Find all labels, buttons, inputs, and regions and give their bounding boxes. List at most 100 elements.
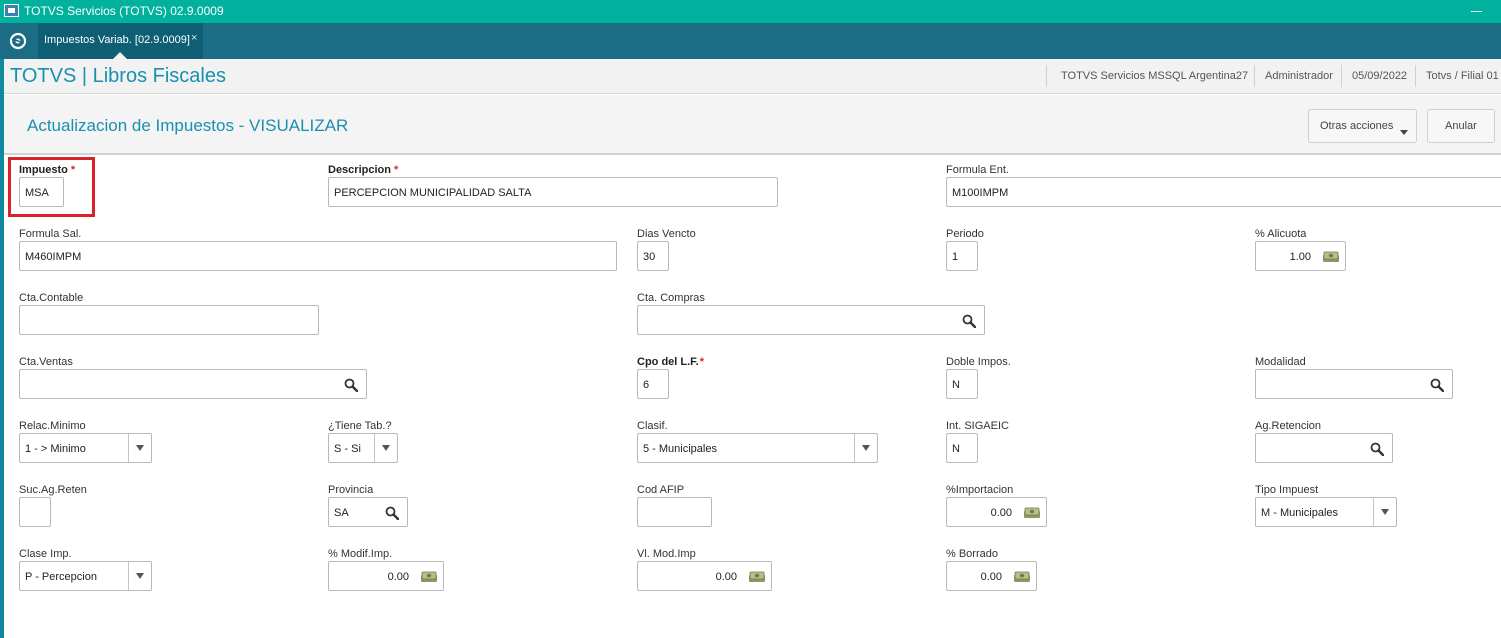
- vl-mod-imp-field[interactable]: 0.00: [637, 561, 772, 591]
- impuesto-label: Impuesto *: [19, 164, 75, 176]
- header-divider: [1254, 65, 1255, 87]
- borrado-field[interactable]: 0.00: [946, 561, 1037, 591]
- tab-bar: Impuestos Variab. [02.9.0009] ×: [0, 23, 1501, 59]
- dias-vencto-value: 30: [643, 251, 656, 263]
- suc-ag-reten-field[interactable]: [19, 497, 51, 527]
- required-mark: *: [699, 356, 705, 368]
- chevron-down-icon[interactable]: [128, 434, 151, 462]
- modif-imp-field[interactable]: 0.00: [328, 561, 444, 591]
- search-icon[interactable]: [344, 378, 358, 392]
- chevron-down-icon[interactable]: [128, 562, 151, 590]
- provincia-field[interactable]: SA: [328, 497, 408, 527]
- totvs-home-icon[interactable]: [9, 32, 27, 50]
- formula-sal-value: M460IMPM: [25, 251, 82, 263]
- header-divider: [1341, 65, 1342, 87]
- chevron-down-icon: [1400, 130, 1408, 135]
- vl-mod-imp-label: Vl. Mod.Imp: [637, 548, 696, 560]
- int-sigaeic-field[interactable]: N: [946, 433, 978, 463]
- app-title: TOTVS | Libros Fiscales: [10, 65, 226, 87]
- descripcion-label-text: Descripcion: [328, 164, 391, 176]
- clase-imp-label: Clase Imp.: [19, 548, 72, 560]
- alicuota-label: % Alicuota: [1255, 228, 1307, 240]
- chevron-down-icon[interactable]: [374, 434, 397, 462]
- cta-ventas-field[interactable]: [19, 369, 367, 399]
- cta-compras-label: Cta. Compras: [637, 292, 705, 304]
- window-titlebar: TOTVS Servicios (TOTVS) 02.9.0009: [0, 0, 1501, 23]
- cancel-button[interactable]: Anular: [1427, 109, 1495, 143]
- window-title: TOTVS Servicios (TOTVS) 02.9.0009: [24, 4, 224, 18]
- tiene-tab-label: ¿Tiene Tab.?: [328, 420, 392, 432]
- money-icon[interactable]: [1013, 571, 1031, 583]
- descripcion-value: PERCEPCION MUNICIPALIDAD SALTA: [334, 187, 532, 199]
- search-icon[interactable]: [385, 506, 399, 520]
- cod-afip-label: Cod AFIP: [637, 484, 685, 496]
- clasif-select[interactable]: 5 - Municipales: [637, 433, 878, 463]
- doble-impos-field[interactable]: N: [946, 369, 978, 399]
- header-user: Administrador: [1265, 70, 1333, 82]
- cta-ventas-label: Cta.Ventas: [19, 356, 73, 368]
- periodo-value: 1: [952, 251, 959, 263]
- money-icon[interactable]: [1322, 251, 1340, 263]
- descripcion-field[interactable]: PERCEPCION MUNICIPALIDAD SALTA: [328, 177, 778, 207]
- impuesto-field[interactable]: MSA: [19, 177, 64, 207]
- search-icon[interactable]: [1370, 442, 1384, 456]
- importacion-field[interactable]: 0.00: [946, 497, 1047, 527]
- cpo-lf-label: Cpo del L.F.*: [637, 356, 704, 368]
- doble-impos-value: N: [952, 379, 960, 391]
- modif-imp-value: 0.00: [387, 571, 409, 583]
- tax-form: Impuesto * MSA Descripcion * PERCEPCION MU…: [4, 157, 1501, 638]
- borrado-label: % Borrado: [946, 548, 998, 560]
- formula-sal-label: Formula Sal.: [19, 228, 82, 240]
- tiene-tab-value: S - Si: [334, 443, 361, 455]
- impuesto-label-text: Impuesto: [19, 164, 68, 176]
- impuesto-value: MSA: [25, 187, 49, 199]
- money-icon[interactable]: [748, 571, 766, 583]
- dias-vencto-field[interactable]: 30: [637, 241, 669, 271]
- ag-retencion-field[interactable]: [1255, 433, 1393, 463]
- tipo-impuest-select[interactable]: M - Municipales: [1255, 497, 1397, 527]
- chevron-down-icon[interactable]: [854, 434, 877, 462]
- required-mark: *: [393, 164, 399, 176]
- chevron-down-icon[interactable]: [1373, 498, 1396, 526]
- modalidad-label: Modalidad: [1255, 356, 1306, 368]
- doble-impos-label: Doble Impos.: [946, 356, 1011, 368]
- active-tab-caret: [113, 52, 127, 59]
- int-sigaeic-value: N: [952, 443, 960, 455]
- relac-minimo-label: Relac.Minimo: [19, 420, 86, 432]
- clase-imp-select[interactable]: P - Percepcion: [19, 561, 152, 591]
- tab-impuestos-variab[interactable]: Impuestos Variab. [02.9.0009] ×: [38, 23, 203, 59]
- importacion-label: %Importacion: [946, 484, 1014, 496]
- minimize-icon[interactable]: [1469, 2, 1485, 18]
- clasif-label: Clasif.: [637, 420, 668, 432]
- cpo-lf-label-text: Cpo del L.F.: [637, 356, 699, 368]
- more-actions-button[interactable]: Otras acciones: [1308, 109, 1417, 143]
- relac-minimo-select[interactable]: 1 - > Minimo: [19, 433, 152, 463]
- tab-close-icon[interactable]: ×: [191, 32, 197, 44]
- dias-vencto-label: Dias Vencto: [637, 228, 696, 240]
- vl-mod-imp-value: 0.00: [715, 571, 737, 583]
- header-date: 05/09/2022: [1352, 70, 1408, 82]
- suc-ag-reten-label: Suc.Ag.Reten: [19, 484, 87, 496]
- cod-afip-field[interactable]: [637, 497, 712, 527]
- required-mark: *: [70, 164, 76, 176]
- modalidad-field[interactable]: [1255, 369, 1453, 399]
- money-icon[interactable]: [420, 571, 438, 583]
- more-actions-label: Otras acciones: [1320, 120, 1394, 132]
- formula-sal-field[interactable]: M460IMPM: [19, 241, 617, 271]
- cta-compras-field[interactable]: [637, 305, 985, 335]
- cpo-lf-field[interactable]: 6: [637, 369, 669, 399]
- periodo-field[interactable]: 1: [946, 241, 978, 271]
- search-icon[interactable]: [962, 314, 976, 328]
- tiene-tab-select[interactable]: S - Si: [328, 433, 398, 463]
- cta-contable-field[interactable]: [19, 305, 319, 335]
- tipo-impuest-value: M - Municipales: [1261, 507, 1339, 519]
- alicuota-field[interactable]: 1.00: [1255, 241, 1346, 271]
- search-icon[interactable]: [1430, 378, 1444, 392]
- header-server: TOTVS Servicios MSSQL Argentina27: [1061, 70, 1249, 82]
- formula-ent-field[interactable]: M100IMPM: [946, 177, 1501, 207]
- descripcion-label: Descripcion *: [328, 164, 398, 176]
- relac-minimo-value: 1 - > Minimo: [25, 443, 86, 455]
- alicuota-value: 1.00: [1289, 251, 1311, 263]
- money-icon[interactable]: [1023, 507, 1041, 519]
- cta-contable-label: Cta.Contable: [19, 292, 84, 304]
